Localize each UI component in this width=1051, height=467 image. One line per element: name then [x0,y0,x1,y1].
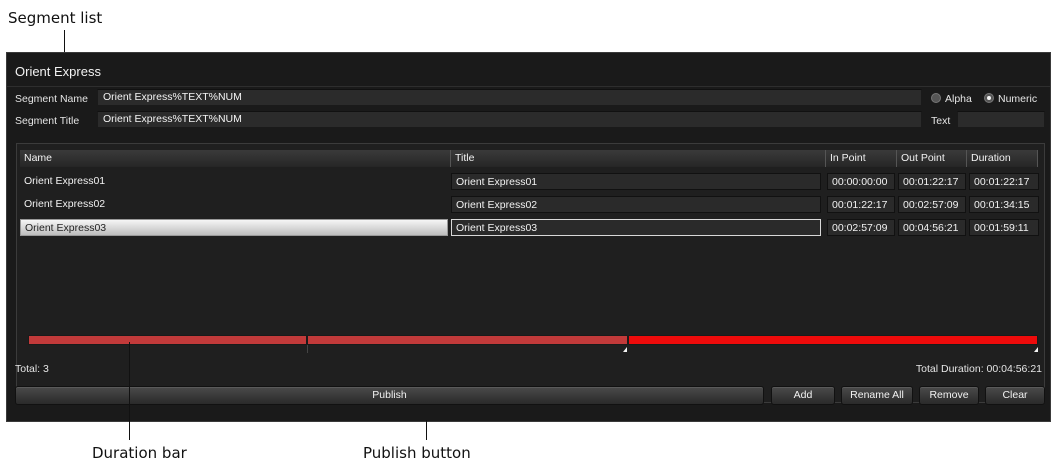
callout-duration-bar: Duration bar [92,444,187,462]
column-header-in-point[interactable]: In Point [826,150,897,167]
title-divider [7,86,1050,87]
duration-segment[interactable] [628,335,1038,345]
callout-publish-button: Publish button [363,444,471,462]
total-duration: Total Duration: 00:04:56:21 [915,363,1042,375]
text-field[interactable] [957,111,1045,128]
rename-all-button[interactable]: Rename All [841,386,913,405]
segment-boundary-tick [307,345,308,353]
duration-segment[interactable] [307,335,628,345]
publish-button[interactable]: Publish [15,386,764,405]
callout-leader-duration-bar [129,342,130,440]
row-out-point[interactable]: 00:02:57:09 [898,196,966,213]
alpha-radio[interactable] [931,93,941,103]
duration-segment[interactable] [28,335,307,345]
segment-name-label: Segment Name [15,93,88,105]
row-out-point[interactable]: 00:04:56:21 [898,219,966,236]
row-in-point[interactable]: 00:02:57:09 [827,219,895,236]
segment-title-label: Segment Title [15,115,80,127]
row-duration[interactable]: 00:01:34:15 [969,196,1039,213]
text-label: Text [931,115,951,127]
numeric-label: Numeric [998,93,1038,105]
column-header-title[interactable]: Title [451,150,826,167]
row-name: Orient Express03 [20,219,448,236]
clear-button[interactable]: Clear [985,386,1045,405]
segment-end-marker[interactable] [1034,347,1038,352]
segment-end-marker[interactable] [623,347,627,352]
segment-name-field[interactable]: Orient Express%TEXT%NUM [97,89,922,106]
total-count: Total: 3 [15,363,49,375]
column-header-out-point[interactable]: Out Point [897,150,967,167]
row-in-point[interactable]: 00:00:00:00 [827,173,895,190]
column-header-name[interactable]: Name [20,150,451,167]
table-row[interactable]: Orient Express02 Orient Express02 00:01:… [20,194,1041,215]
duration-bar[interactable] [28,335,1038,353]
row-duration[interactable]: 00:01:22:17 [969,173,1039,190]
row-duration[interactable]: 00:01:59:11 [969,219,1039,236]
segment-panel: Orient Express Segment Name Orient Expre… [6,52,1051,422]
window-title: Orient Express [15,64,101,79]
row-name: Orient Express01 [24,175,106,187]
add-button[interactable]: Add [771,386,835,405]
row-title[interactable]: Orient Express03 [451,219,821,236]
segment-title-field[interactable]: Orient Express%TEXT%NUM [97,111,922,128]
numeric-radio[interactable] [984,93,994,103]
remove-button[interactable]: Remove [919,386,979,405]
callout-segment-list: Segment list [8,9,103,27]
row-in-point[interactable]: 00:01:22:17 [827,196,895,213]
callout-leader-publish-button [426,420,427,440]
table-row[interactable]: Orient Express01 Orient Express01 00:00:… [20,171,1041,192]
row-out-point[interactable]: 00:01:22:17 [898,173,966,190]
row-title[interactable]: Orient Express01 [451,173,821,190]
segment-list[interactable]: Name Title In Point Out Point Duration O… [16,143,1045,403]
row-name: Orient Express02 [24,198,106,210]
column-header-duration[interactable]: Duration [967,150,1038,167]
alpha-label: Alpha [945,93,972,105]
table-row-selected[interactable]: Orient Express03 Orient Express03 00:02:… [20,217,1041,238]
row-title[interactable]: Orient Express02 [451,196,821,213]
